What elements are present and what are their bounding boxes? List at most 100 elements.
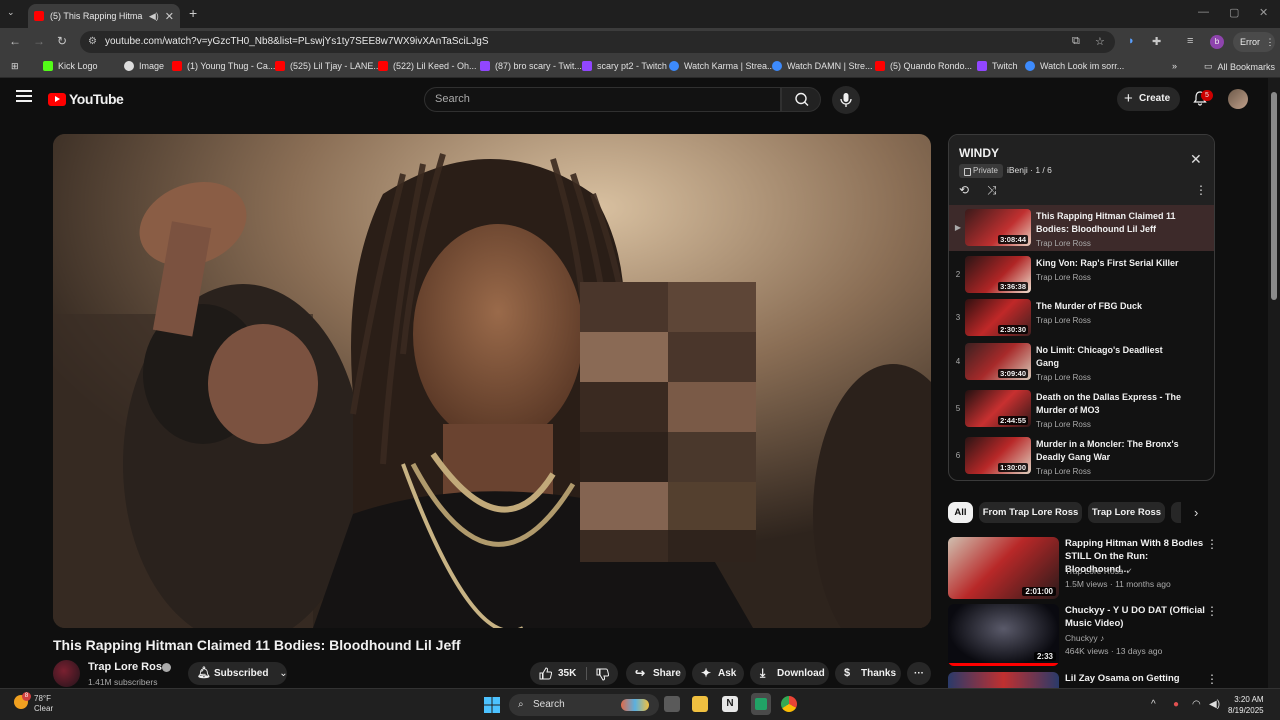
bookmark-item[interactable]: (87) bro scary - Twit... xyxy=(480,61,582,71)
playlist-item[interactable]: 6 1:30:00 Murder in a Moncler: The Bronx… xyxy=(949,433,1214,479)
playlist-item[interactable]: 2 3:36:38 King Von: Rap's First Serial K… xyxy=(949,252,1214,298)
bookmark-item[interactable]: (522) Lil Keed - Oh... xyxy=(378,61,477,71)
download-button[interactable]: ⤓ Download xyxy=(750,662,829,685)
media-control-icon[interactable]: ≡ xyxy=(1187,35,1193,47)
tab-close-icon[interactable]: ✕ xyxy=(165,10,174,23)
duration-badge: 3:09:40 xyxy=(998,369,1028,378)
thumbs-up-icon xyxy=(539,667,552,680)
bookmark-item[interactable]: (1) Young Thug - Ca... xyxy=(172,61,275,71)
windows-start-icon[interactable] xyxy=(484,697,500,713)
youtube-logo[interactable]: YouTube xyxy=(48,91,124,107)
chevron-right-icon[interactable]: › xyxy=(1194,505,1198,520)
more-bookmarks-icon[interactable]: » xyxy=(1172,61,1177,71)
active-app-highlight[interactable] xyxy=(751,693,771,715)
forward-icon[interactable]: → xyxy=(33,34,45,48)
ask-button[interactable]: ✦ Ask xyxy=(692,662,744,685)
tab-search-chevron-icon[interactable]: ⌄ xyxy=(7,7,15,18)
share-button[interactable]: ↪ Share xyxy=(626,662,686,685)
restore-icon[interactable]: ▢ xyxy=(1229,6,1239,19)
taskbar-search[interactable]: ⌕ Search xyxy=(509,694,659,716)
chip-channel[interactable]: Trap Lore Ross xyxy=(1088,502,1165,523)
playlist-title[interactable]: WINDY xyxy=(959,146,999,160)
more-options-icon[interactable]: ⋮ xyxy=(1206,604,1218,618)
playlist-item[interactable]: 5 2:44:55 Death on the Dallas Express - … xyxy=(949,386,1214,432)
recommendation-item[interactable]: Lil Zay Osama on Getting ⋮ xyxy=(948,672,1218,688)
extensions-puzzle-icon[interactable]: ✚ xyxy=(1152,35,1161,48)
bell-icon: 🔔︎ xyxy=(197,667,211,679)
create-button[interactable]: + Create xyxy=(1117,87,1180,111)
all-bookmarks-button[interactable]: ▭ All Bookmarks xyxy=(1204,61,1275,72)
account-avatar[interactable] xyxy=(1228,89,1248,109)
playlist-menu-icon[interactable]: ⋮ xyxy=(1195,183,1207,197)
dislike-button[interactable] xyxy=(592,662,618,685)
wifi-icon[interactable]: ◠ xyxy=(1192,699,1201,710)
reload-icon[interactable]: ↻ xyxy=(57,34,67,48)
bookmark-item[interactable]: Watch Karma | Strea... xyxy=(669,61,775,71)
task-view-icon[interactable] xyxy=(664,696,680,712)
notion-icon[interactable]: N xyxy=(722,696,738,712)
thanks-button[interactable]: $ Thanks xyxy=(835,662,901,685)
chip-all[interactable]: All xyxy=(948,502,973,523)
extension-icon[interactable]: ◗ xyxy=(1128,35,1135,47)
bookmark-star-icon[interactable]: ☆ xyxy=(1095,35,1105,48)
bookmark-item[interactable]: (525) Lil Tjay - LANE... xyxy=(275,61,381,71)
chrome-icon[interactable] xyxy=(781,696,797,712)
minimize-icon[interactable]: — xyxy=(1198,6,1209,18)
scrollbar-thumb[interactable] xyxy=(1271,92,1277,300)
clock-time: 3:20 AM xyxy=(1234,695,1264,704)
back-icon[interactable]: ← xyxy=(9,34,21,48)
bookmark-item[interactable]: Watch Look im sorr... xyxy=(1025,61,1124,71)
new-tab-button[interactable]: + xyxy=(189,5,197,21)
more-actions-button[interactable]: ··· xyxy=(907,662,931,685)
chip-from-channel[interactable]: From Trap Lore Ross xyxy=(979,502,1082,523)
close-playlist-icon[interactable]: ✕ xyxy=(1190,151,1202,168)
search-button[interactable] xyxy=(781,87,821,112)
bookmark-label: Twitch xyxy=(992,61,1018,71)
recommendation-item[interactable]: 2:33 Chuckyy - Y U DO DAT (Official Musi… xyxy=(948,604,1218,666)
menu-dots-icon[interactable]: ⋮ xyxy=(1266,37,1275,47)
recommendation-item[interactable]: 2:01:00 Rapping Hitman With 8 Bodies STI… xyxy=(948,537,1218,599)
search-input[interactable]: Search xyxy=(424,87,781,112)
bookmark-item[interactable]: Twitch xyxy=(977,61,1018,71)
bookmark-item[interactable]: Watch DAMN | Stre... xyxy=(772,61,873,71)
volume-icon[interactable]: ◀) xyxy=(1209,699,1220,710)
site-settings-icon[interactable]: ⚙ xyxy=(88,31,97,53)
youtube-header: YouTube Search + Create xyxy=(0,78,1268,120)
install-app-icon[interactable]: ⧉ xyxy=(1072,35,1080,48)
close-window-icon[interactable]: ✕ xyxy=(1259,6,1268,19)
channel-name[interactable]: Trap Lore Ross xyxy=(88,661,168,673)
weather-widget[interactable]: 8 78°F Clear xyxy=(14,692,53,714)
voice-search-button[interactable] xyxy=(832,86,860,114)
bookmark-item[interactable]: Kick Logo xyxy=(43,61,98,71)
bookmark-item[interactable]: scary pt2 - Twitch xyxy=(582,61,667,71)
like-dislike-group: 35K xyxy=(530,662,618,685)
playlist-item[interactable]: 3 2:30:30 The Murder of FBG Duck Trap Lo… xyxy=(949,295,1214,341)
more-options-icon[interactable]: ⋮ xyxy=(1206,537,1218,551)
apps-grid-icon[interactable]: ⊞ xyxy=(11,61,19,72)
address-bar[interactable]: ⚙ youtube.com/watch?v=yGzcTH0_Nb8&list=P… xyxy=(80,31,1115,53)
file-explorer-icon[interactable] xyxy=(692,696,708,712)
error-button[interactable]: Error ⋮ xyxy=(1233,32,1275,52)
channel-avatar[interactable] xyxy=(53,660,80,687)
search-highlight-icon xyxy=(621,699,649,711)
playlist-item[interactable]: 4 3:09:40 No Limit: Chicago's Deadliest … xyxy=(949,339,1214,385)
subscribed-button[interactable]: 🔔︎ Subscribed ⌄ xyxy=(188,662,288,685)
subscribed-label: Subscribed xyxy=(214,668,269,679)
bookmark-item[interactable]: Image xyxy=(124,61,164,71)
tray-overflow-icon[interactable]: ^ xyxy=(1151,699,1156,710)
shuffle-icon[interactable]: ⤨ xyxy=(987,183,997,198)
profile-avatar[interactable]: b xyxy=(1210,35,1224,49)
system-clock[interactable]: 3:20 AM 8/19/2025 xyxy=(1228,694,1264,716)
video-player[interactable] xyxy=(53,134,931,628)
loop-icon[interactable]: ⟲ xyxy=(959,183,969,197)
menu-icon[interactable] xyxy=(16,90,32,102)
thanks-label: Thanks xyxy=(861,668,897,679)
browser-tab[interactable]: (5) This Rapping Hitman Cla ◀) ✕ xyxy=(28,4,180,28)
playlist-item[interactable]: ▶ 3:08:44 This Rapping Hitman Claimed 11… xyxy=(949,205,1214,251)
more-options-icon[interactable]: ⋮ xyxy=(1206,672,1218,686)
bookmark-item[interactable]: (5) Quando Rondo... xyxy=(875,61,972,71)
like-button[interactable]: 35K xyxy=(530,662,585,685)
browser-toolbar: ← → ↻ ⚙ youtube.com/watch?v=yGzcTH0_Nb8&… xyxy=(0,28,1280,56)
mic-in-use-icon[interactable]: ● xyxy=(1173,699,1179,710)
speaker-icon[interactable]: ◀) xyxy=(149,11,159,22)
